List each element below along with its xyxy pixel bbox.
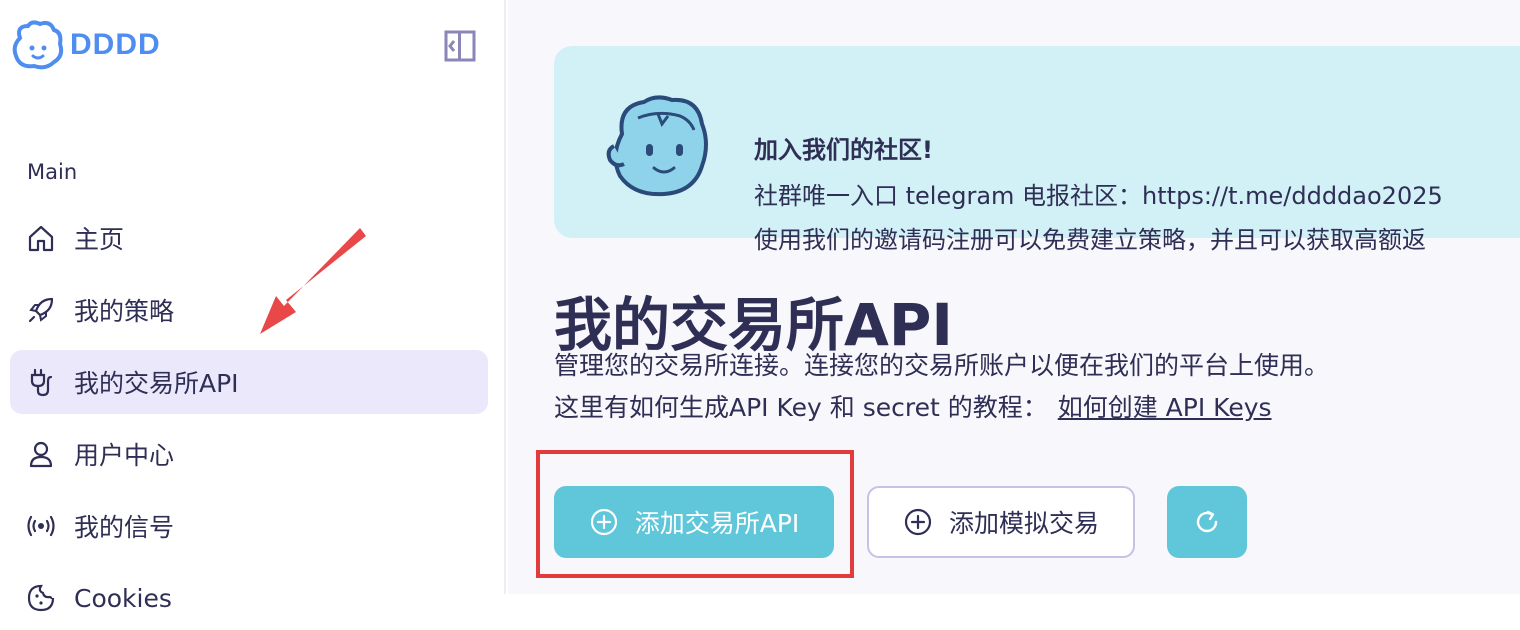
sidebar-item-signals[interactable]: 我的信号 — [10, 494, 488, 558]
cookie-icon — [26, 583, 56, 613]
tutorial-text: 这里有如何生成API Key 和 secret 的教程： — [554, 393, 1048, 422]
banner-line-telegram: 社群唯一入口 telegram 电报社区：https://t.me/ddddao… — [754, 182, 1443, 210]
tutorial-line: 这里有如何生成API Key 和 secret 的教程： 如何创建 API Key… — [554, 388, 1272, 424]
sidebar: DDDD Main 主页 我的策略 我的交易所API 用户中心 我的信号 Coo… — [0, 0, 506, 613]
sidebar-item-label: 我的信号 — [74, 513, 175, 542]
banner-line-invite: 使用我们的邀请码注册可以免费建立策略，并且可以获取高额返 — [754, 226, 1426, 254]
sidebar-item-label: 我的策略 — [74, 297, 175, 326]
sidebar-item-home[interactable]: 主页 — [10, 206, 488, 270]
mascot-avatar-icon — [606, 95, 708, 197]
sidebar-item-label: Cookies — [74, 583, 172, 613]
broadcast-icon — [26, 511, 56, 541]
add-simulated-trading-label: 添加模拟交易 — [948, 509, 1099, 538]
brand-name: DDDD — [70, 28, 161, 61]
sidebar-item-user-center[interactable]: 用户中心 — [10, 422, 488, 486]
sidebar-section-label: Main — [27, 160, 78, 184]
sidebar-item-label: 我的交易所API — [74, 369, 239, 398]
home-icon — [26, 223, 56, 253]
sidebar-item-strategies[interactable]: 我的策略 — [10, 278, 488, 342]
sidebar-item-exchange-api[interactable]: 我的交易所API — [10, 350, 488, 414]
community-banner: 加入我们的社区! 社群唯一入口 telegram 电报社区：https://t.… — [554, 46, 1520, 254]
sidebar-item-cookies[interactable]: Cookies — [10, 566, 488, 630]
banner-title: 加入我们的社区! — [754, 136, 933, 164]
brand-logo[interactable]: DDDD — [10, 18, 161, 72]
sidebar-item-label: 主页 — [74, 225, 125, 254]
plus-circle-icon — [904, 508, 932, 536]
annotation-highlight-box — [536, 450, 854, 578]
add-simulated-trading-button[interactable]: 添加模拟交易 — [867, 486, 1135, 558]
rocket-icon — [26, 295, 56, 325]
create-api-keys-link[interactable]: 如何创建 API Keys — [1058, 393, 1272, 422]
refresh-button[interactable] — [1167, 486, 1247, 558]
sidebar-item-label: 用户中心 — [74, 441, 175, 470]
refresh-icon — [1196, 510, 1218, 533]
main-content: 加入我们的社区! 社群唯一入口 telegram 电报社区：https://t.… — [508, 0, 1520, 594]
page-description: 管理您的交易所连接。连接您的交易所账户以便在我们的平台上使用。 — [554, 351, 1330, 380]
plug-icon — [26, 367, 56, 397]
mascot-logo-icon — [12, 20, 64, 70]
collapse-sidebar-button[interactable] — [444, 30, 476, 62]
user-icon — [26, 439, 56, 469]
sidebar-toggle-icon — [444, 30, 476, 62]
